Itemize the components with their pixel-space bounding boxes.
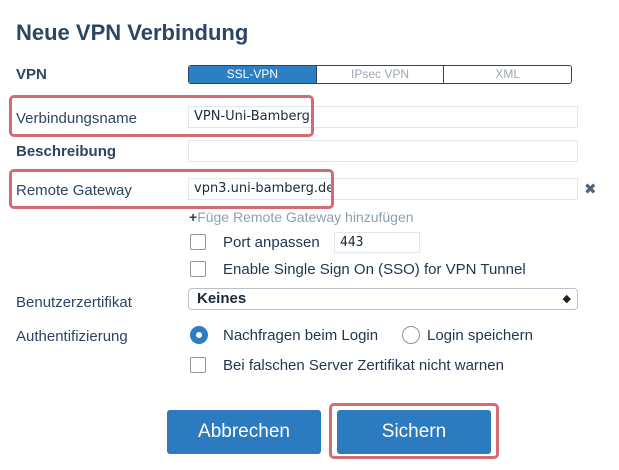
custom-port-checkbox[interactable]	[190, 234, 206, 250]
custom-port-label: Port anpassen	[223, 234, 320, 251]
sso-label: Enable Single Sign On (SSO) for VPN Tunn…	[223, 261, 526, 278]
tab-ssl-vpn[interactable]: SSL-VPN	[189, 66, 316, 83]
user-certificate-label: Benutzerzertifikat	[16, 294, 132, 311]
highlight-remote-gateway	[9, 169, 334, 209]
radio-save-login[interactable]	[402, 326, 420, 344]
radio-ask-at-login[interactable]	[190, 326, 208, 344]
description-label: Beschreibung	[16, 143, 117, 160]
add-remote-gateway-link[interactable]: +Füge Remote Gateway hinzufügen	[189, 209, 414, 225]
vpn-type-segmented-control: SSL-VPN IPsec VPN XML	[188, 65, 572, 84]
authentication-label: Authentifizierung	[16, 328, 128, 345]
user-certificate-value: Keines	[197, 290, 247, 307]
close-icon[interactable]: ✖	[584, 180, 597, 198]
radio-save-login-label: Login speichern	[427, 327, 533, 344]
vpn-label: VPN	[16, 66, 47, 83]
highlight-connection-name	[9, 95, 314, 137]
user-certificate-select[interactable]: Keines ◆	[188, 288, 578, 310]
highlight-save-button	[329, 403, 499, 459]
tab-ipsec-vpn[interactable]: IPsec VPN	[315, 66, 444, 83]
page-title: Neue VPN Verbindung	[16, 20, 249, 45]
updown-arrow-icon: ◆	[562, 293, 571, 305]
no-warn-certificate-checkbox[interactable]	[190, 357, 206, 373]
radio-ask-at-login-label: Nachfragen beim Login	[223, 327, 379, 344]
tab-xml[interactable]: XML	[443, 66, 571, 83]
port-field[interactable]: 443	[334, 232, 420, 253]
sso-checkbox[interactable]	[190, 261, 206, 277]
add-remote-gateway-label: Füge Remote Gateway hinzufügen	[197, 209, 414, 225]
plus-icon: +	[189, 209, 198, 225]
cancel-button[interactable]: Abbrechen	[167, 410, 321, 454]
no-warn-certificate-label: Bei falschen Server Zertifikat nicht war…	[223, 357, 504, 374]
description-field[interactable]	[188, 140, 578, 162]
